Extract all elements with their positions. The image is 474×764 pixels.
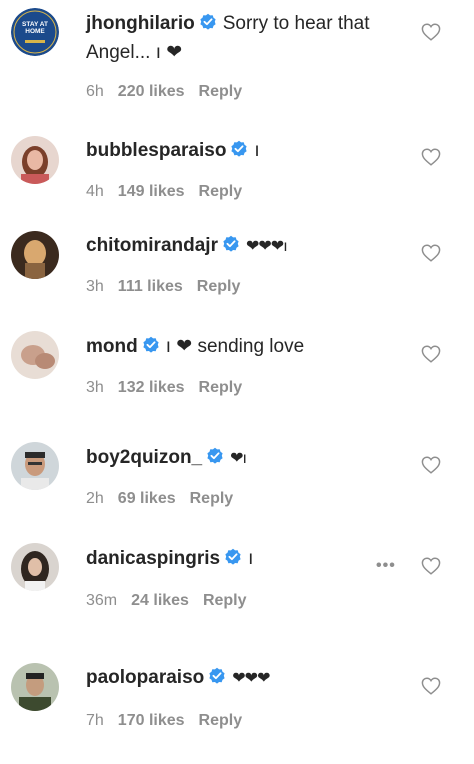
comment-body: mond ı ❤ sending love <box>86 333 424 362</box>
comment-body: danicaspingris ı <box>86 545 424 574</box>
comment-meta: 4h 149 likes Reply <box>86 183 256 201</box>
verified-badge-icon <box>222 234 240 261</box>
avatar-image <box>11 331 59 379</box>
reply-button[interactable]: Reply <box>197 278 241 295</box>
verified-badge-icon <box>206 446 224 473</box>
timestamp: 6h <box>86 83 104 100</box>
heart-outline-icon[interactable] <box>421 677 441 695</box>
heart-outline-icon[interactable] <box>421 148 441 166</box>
reply-button[interactable]: Reply <box>190 490 234 507</box>
comment-text: ı <box>248 548 254 569</box>
reply-button[interactable]: Reply <box>199 712 243 729</box>
avatar-image <box>11 231 59 279</box>
likes-count[interactable]: 69 likes <box>118 490 176 507</box>
timestamp: 4h <box>86 183 104 200</box>
username[interactable]: paoloparaiso <box>86 667 204 688</box>
comment-text: ❤❤❤ <box>232 670 270 687</box>
avatar[interactable] <box>11 136 59 184</box>
username[interactable]: mond <box>86 336 138 357</box>
avatar-caption: STAY AT HOME <box>22 21 48 35</box>
reply-button[interactable]: Reply <box>199 83 243 100</box>
timestamp: 7h <box>86 712 104 729</box>
likes-count[interactable]: 170 likes <box>118 712 185 729</box>
comment-body: bubblesparaiso ı <box>86 137 424 166</box>
comment-meta: 3h 111 likes Reply <box>86 278 254 296</box>
comment-body: jhonghilario Sorry to hear that Angel... … <box>86 10 424 66</box>
heart-outline-icon[interactable] <box>421 557 441 575</box>
timestamp: 2h <box>86 490 104 507</box>
likes-count[interactable]: 220 likes <box>118 83 185 100</box>
avatar-image <box>11 442 59 490</box>
comment-text: ı ❤ sending love <box>165 336 305 357</box>
timestamp: 3h <box>86 278 104 295</box>
avatar[interactable] <box>11 231 59 279</box>
comment-meta: 3h 132 likes Reply <box>86 379 256 397</box>
reply-button[interactable]: Reply <box>203 592 247 609</box>
verified-badge-icon <box>199 12 217 39</box>
verified-badge-icon <box>208 666 226 693</box>
avatar-image <box>11 136 59 184</box>
avatar[interactable] <box>11 663 59 711</box>
comment-body: boy2quizon_ ❤ı <box>86 444 424 473</box>
avatar[interactable] <box>11 543 59 591</box>
timestamp: 3h <box>86 379 104 396</box>
likes-count[interactable]: 24 likes <box>131 592 189 609</box>
comment-text: ❤❤❤ı <box>245 238 288 255</box>
comment-meta: 6h 220 likes Reply <box>86 83 256 101</box>
likes-count[interactable]: 111 likes <box>118 278 183 295</box>
heart-outline-icon[interactable] <box>421 23 441 41</box>
avatar[interactable] <box>11 442 59 490</box>
comment-text: ❤ı <box>230 450 247 467</box>
likes-count[interactable]: 132 likes <box>118 379 185 396</box>
heart-outline-icon[interactable] <box>421 244 441 262</box>
comment-body: chitomirandajr ❤❤❤ı <box>86 232 424 261</box>
timestamp: 36m <box>86 592 118 609</box>
avatar[interactable]: STAY AT HOME <box>11 8 59 56</box>
username[interactable]: danicaspingris <box>86 548 220 569</box>
username[interactable]: jhonghilario <box>86 13 195 34</box>
comment-meta: 2h 69 likes Reply <box>86 490 247 508</box>
verified-badge-icon <box>142 335 160 362</box>
avatar-image <box>11 543 59 591</box>
more-options-icon[interactable]: ••• <box>376 557 396 575</box>
username[interactable]: boy2quizon_ <box>86 447 202 468</box>
comment-meta: 7h 170 likes Reply <box>86 712 256 730</box>
reply-button[interactable]: Reply <box>199 183 243 200</box>
username[interactable]: bubblesparaiso <box>86 140 226 161</box>
reply-button[interactable]: Reply <box>199 379 243 396</box>
comment-meta: 36m 24 likes Reply <box>86 592 261 610</box>
heart-outline-icon[interactable] <box>421 345 441 363</box>
avatar[interactable] <box>11 331 59 379</box>
verified-badge-icon <box>224 547 242 574</box>
verified-badge-icon <box>230 139 248 166</box>
username[interactable]: chitomirandajr <box>86 235 218 256</box>
heart-outline-icon[interactable] <box>421 456 441 474</box>
likes-count[interactable]: 149 likes <box>118 183 185 200</box>
avatar-image <box>11 663 59 711</box>
comment-text: ı <box>254 140 260 161</box>
comment-body: paoloparaiso ❤❤❤ <box>86 664 424 693</box>
